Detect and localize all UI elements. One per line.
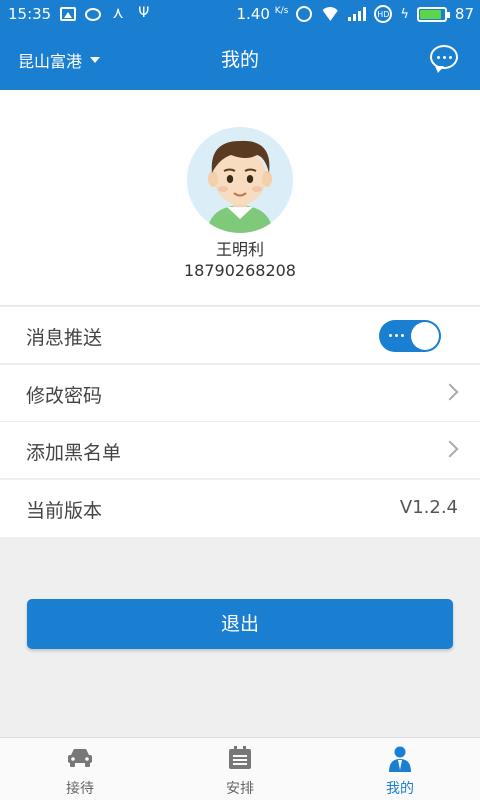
chat-bubble-icon[interactable] xyxy=(430,45,458,73)
image-notification-icon xyxy=(60,7,77,21)
person-icon xyxy=(388,746,412,776)
share-notification-icon xyxy=(110,3,126,22)
net-speed-value: 1.40 xyxy=(236,5,270,23)
avatar[interactable] xyxy=(187,127,293,233)
settings-row-push: 消息推送 xyxy=(0,307,480,364)
bottom-tab-bar: 接待 安排 我的 xyxy=(0,737,480,800)
settings-row-version: 当前版本 V1.2.4 xyxy=(0,480,480,537)
profile-card: 王明利 18790268208 xyxy=(0,90,480,306)
tab-mine-label: 我的 xyxy=(386,781,414,797)
push-label: 消息推送 xyxy=(26,327,103,349)
page-title: 我的 xyxy=(220,49,259,71)
wifi-icon xyxy=(320,7,340,21)
settings-row-change-password[interactable]: 修改密码 xyxy=(0,365,480,422)
calendar-icon xyxy=(228,746,252,774)
charging-icon: ϟ xyxy=(400,6,409,22)
avatar-illustration xyxy=(187,127,293,233)
user-name: 王明利 xyxy=(215,240,264,259)
logout-button[interactable]: 退出 xyxy=(27,599,453,649)
tab-reception[interactable]: 接待 xyxy=(0,738,160,800)
net-speed-unit: K/s xyxy=(274,6,289,16)
user-phone: 18790268208 xyxy=(184,261,296,280)
battery-icon xyxy=(416,6,450,22)
toggle-dots-icon xyxy=(389,334,404,337)
chevron-right-icon xyxy=(441,440,459,458)
net-speed: 1.40 K/s xyxy=(237,5,289,23)
blacklist-label: 添加黑名单 xyxy=(26,442,122,464)
settings-row-blacklist[interactable]: 添加黑名单 xyxy=(0,422,480,479)
chevron-right-icon xyxy=(441,383,459,401)
tab-mine[interactable]: 我的 xyxy=(320,738,480,800)
change-password-label: 修改密码 xyxy=(26,385,103,407)
car-icon xyxy=(66,746,94,772)
usb-icon xyxy=(135,5,151,21)
alarm-icon xyxy=(296,6,313,22)
status-bar: 15:35 1.40 K/s HD ϟ 87 xyxy=(0,0,480,28)
toggle-knob xyxy=(411,322,439,350)
weibo-notification-icon xyxy=(85,7,102,21)
cell-signal-icon xyxy=(348,7,367,21)
version-value: V1.2.4 xyxy=(399,497,458,518)
tab-reception-label: 接待 xyxy=(66,781,94,797)
tab-schedule-label: 安排 xyxy=(226,781,254,797)
push-toggle[interactable] xyxy=(379,320,441,352)
hd-icon: HD xyxy=(374,5,393,23)
title-bar: 昆山富港 我的 xyxy=(0,28,480,90)
status-time: 15:35 xyxy=(8,5,52,23)
battery-level: 87 xyxy=(454,5,474,23)
version-label: 当前版本 xyxy=(26,500,103,522)
battery-fill xyxy=(419,9,441,19)
tab-schedule[interactable]: 安排 xyxy=(160,738,320,800)
